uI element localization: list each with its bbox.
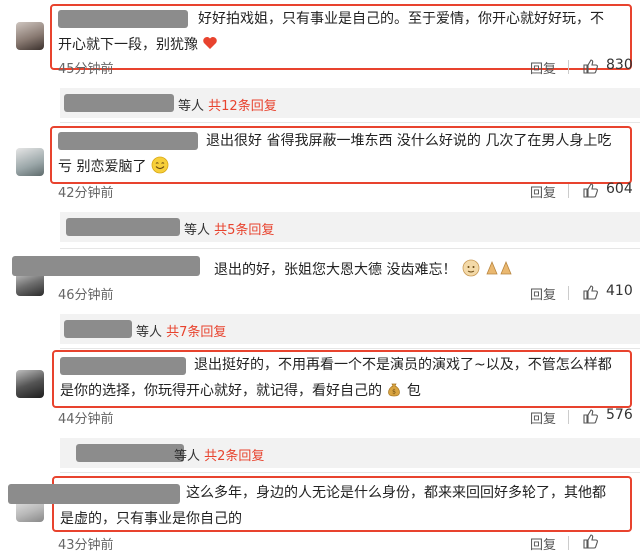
username-redacted[interactable] bbox=[60, 357, 186, 375]
timestamp: 46分钟前 bbox=[58, 288, 114, 303]
sub-replies-strip[interactable]: 等人 共2条回复 bbox=[60, 438, 640, 468]
comment-text-line2: 是虚的，只有事业是你自己的 bbox=[60, 511, 242, 527]
avatar[interactable] bbox=[16, 370, 44, 398]
view-replies-link[interactable]: 共7条回复 bbox=[166, 325, 226, 340]
divider bbox=[60, 348, 640, 349]
timestamp: 42分钟前 bbox=[58, 186, 114, 201]
thumbs-up-icon[interactable] bbox=[582, 58, 598, 74]
sub-replies-summary: 等人 共5条回复 bbox=[184, 223, 275, 238]
like-count: 604 bbox=[606, 181, 633, 197]
username-redacted[interactable] bbox=[58, 132, 198, 150]
replier-redacted bbox=[64, 94, 174, 112]
replier-redacted bbox=[66, 218, 180, 236]
timestamp: 44分钟前 bbox=[58, 412, 114, 427]
like-count: 830 bbox=[606, 57, 633, 73]
smile-emoji bbox=[151, 156, 169, 174]
sub-replies-summary: 等人 共2条回复 bbox=[174, 449, 265, 464]
username-redacted[interactable] bbox=[58, 10, 188, 28]
username-redacted[interactable] bbox=[12, 256, 200, 276]
like-count: 576 bbox=[606, 407, 633, 423]
comment-text: 退出的好，张姐您大恩大德 没齿难忘！ bbox=[214, 257, 523, 283]
thumbs-up-icon[interactable] bbox=[582, 182, 598, 198]
reply-button[interactable]: 回复 bbox=[530, 408, 556, 427]
timestamp: 43分钟前 bbox=[58, 538, 114, 553]
sub-replies-summary: 等人 共12条回复 bbox=[178, 99, 277, 114]
like-count: 410 bbox=[606, 283, 633, 299]
divider bbox=[60, 248, 640, 249]
reply-button[interactable]: 回复 bbox=[530, 284, 556, 303]
comment-text: 这么多年，身边的人无论是什么身份，都来来回回好多轮了，其他都 bbox=[186, 485, 606, 501]
clapping-emoji bbox=[462, 259, 512, 277]
reply-button[interactable]: 回复 bbox=[530, 58, 556, 77]
divider bbox=[568, 184, 569, 198]
divider bbox=[60, 122, 640, 123]
timestamp: 45分钟前 bbox=[58, 62, 114, 77]
comment-text: 退出挺好的，不用再看一个不是演员的演戏了~以及，不管怎么样都 bbox=[194, 357, 612, 373]
divider bbox=[568, 536, 569, 550]
divider bbox=[568, 60, 569, 74]
divider bbox=[568, 410, 569, 424]
thumbs-up-icon[interactable] bbox=[582, 284, 598, 300]
sub-replies-strip[interactable]: 等人 共5条回复 bbox=[60, 212, 640, 242]
heart-emoji bbox=[203, 37, 218, 49]
svg-text:$: $ bbox=[393, 389, 397, 396]
sub-replies-strip[interactable]: 等人 共12条回复 bbox=[60, 88, 640, 118]
thumbs-up-icon[interactable] bbox=[582, 533, 598, 549]
reply-button[interactable]: 回复 bbox=[530, 534, 556, 553]
comment-text: 退出很好 省得我屏蔽一堆东西 没什么好说的 几次了在男人身上吃 bbox=[206, 133, 612, 149]
divider bbox=[568, 286, 569, 300]
comment-text-line2: 是你的选择，你玩得开心就好，就记得，看好自己的 $ 包 bbox=[60, 383, 421, 399]
comment-text-line2: 开心就下一段，别犹豫 bbox=[58, 32, 218, 58]
view-replies-link[interactable]: 共2条回复 bbox=[204, 449, 264, 464]
avatar[interactable] bbox=[16, 148, 44, 176]
comment-text: 好好拍戏姐，只有事业是自己的。至于爱情，你开心就好好玩，不 bbox=[198, 11, 604, 27]
username-redacted[interactable] bbox=[8, 484, 180, 504]
thumbs-up-icon[interactable] bbox=[582, 408, 598, 424]
sub-replies-summary: 等人 共7条回复 bbox=[136, 325, 227, 340]
comment-text-line2: 亏 别恋爱脑了 bbox=[58, 154, 169, 180]
view-replies-link[interactable]: 共5条回复 bbox=[214, 223, 274, 238]
avatar[interactable] bbox=[16, 22, 44, 50]
view-replies-link[interactable]: 共12条回复 bbox=[208, 99, 277, 114]
money-bag-emoji: $ bbox=[388, 383, 401, 397]
reply-button[interactable]: 回复 bbox=[530, 182, 556, 201]
replier-redacted bbox=[76, 444, 184, 462]
replier-redacted bbox=[64, 320, 132, 338]
divider bbox=[60, 472, 640, 473]
sub-replies-strip[interactable]: 等人 共7条回复 bbox=[60, 314, 640, 344]
